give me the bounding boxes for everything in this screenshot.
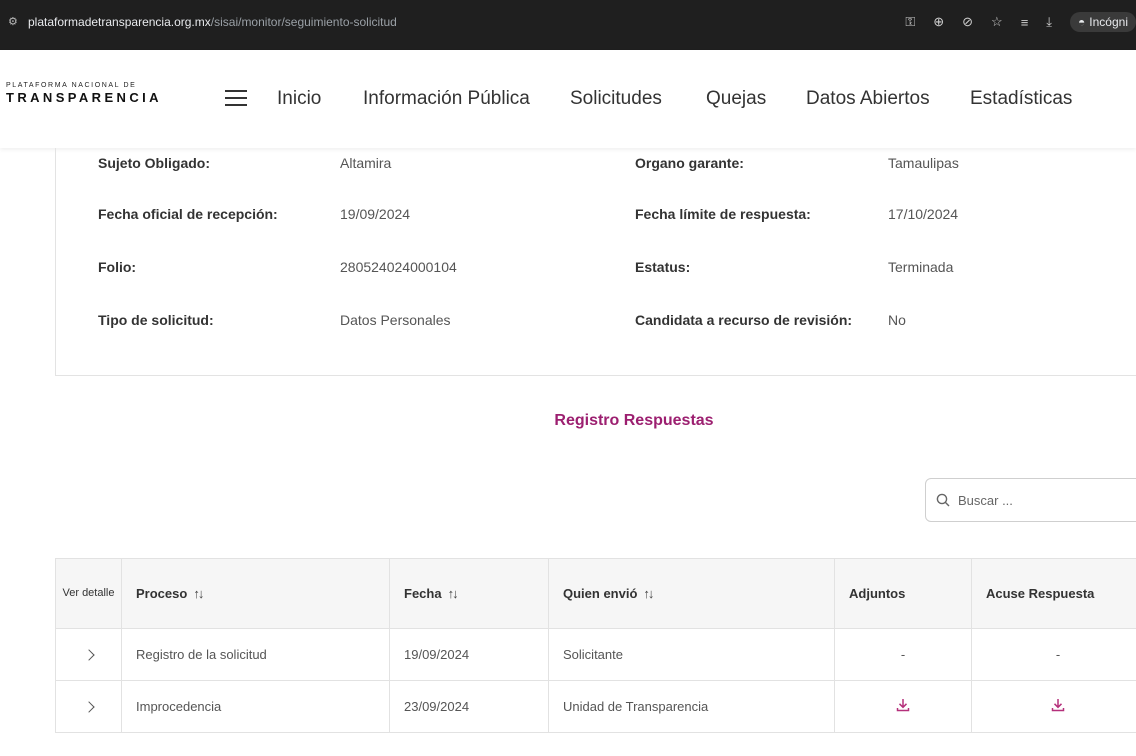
download-acuse-icon[interactable] [1050, 697, 1066, 713]
cell-adjuntos [834, 680, 972, 733]
nav-solicitudes[interactable]: Solicitudes [570, 88, 662, 110]
col-proceso[interactable]: Proceso ↑↓ [121, 558, 390, 629]
site-logo[interactable]: PLATAFORMA NACIONAL DE TRANSPARENCIA [6, 82, 162, 105]
col-adjuntos: Adjuntos [834, 558, 972, 629]
cell-fecha: 23/09/2024 [389, 680, 549, 733]
fecha-limite-value: 17/10/2024 [888, 206, 959, 222]
cell-adjuntos: - [834, 628, 972, 681]
zoom-icon[interactable]: ⊕ [933, 14, 944, 30]
bookmark-star-icon[interactable]: ☆ [991, 14, 1003, 30]
nav-quejas[interactable]: Quejas [706, 88, 766, 110]
logo-top-text: PLATAFORMA NACIONAL DE [6, 82, 137, 89]
expand-row-button[interactable] [55, 680, 122, 733]
table-row: Registro de la solicitud 19/09/2024 Soli… [55, 628, 1136, 681]
tipo-value: Datos Personales [340, 312, 451, 328]
tipo-label: Tipo de solicitud: [98, 312, 214, 328]
sort-icon[interactable]: ↑↓ [193, 586, 204, 601]
table-row: Improcedencia 23/09/2024 Unidad de Trans… [55, 680, 1136, 733]
sort-icon[interactable]: ↑↓ [643, 586, 654, 601]
browser-actions: ⚿ ⊕ ⊘ ☆ ≡ ⤓ ◓ Incógni [905, 8, 1136, 36]
cell-fecha: 19/09/2024 [389, 628, 549, 681]
col-fecha[interactable]: Fecha ↑↓ [389, 558, 549, 629]
sujeto-label: Sujeto Obligado: [98, 155, 210, 171]
cell-quien: Solicitante [548, 628, 835, 681]
nav-estadisticas[interactable]: Estadísticas [970, 88, 1072, 110]
sujeto-value: Altamira [340, 155, 392, 171]
search-input[interactable] [958, 492, 1118, 508]
col-acuse: Acuse Respuesta [971, 558, 1136, 629]
folio-value: 280524024000104 [340, 259, 457, 275]
organo-value: Tamaulipas [888, 155, 959, 171]
solicitud-info-panel: Sujeto Obligado: Altamira Organo garante… [55, 148, 1136, 376]
incognito-label: Incógni [1089, 15, 1128, 29]
url-text[interactable]: plataformadetransparencia.org.mx/sisai/m… [28, 15, 397, 29]
fecha-limite-label: Fecha límite de respuesta: [635, 206, 811, 222]
download-icon[interactable]: ⤓ [1046, 14, 1052, 30]
browser-toolbar: ⚙ plataformadetransparencia.org.mx/sisai… [0, 0, 1136, 50]
menu-hamburger-icon[interactable] [225, 90, 247, 106]
folio-label: Folio: [98, 259, 137, 275]
fecha-recepcion-label: Fecha oficial de recepción: [98, 206, 278, 222]
estatus-value: Terminada [888, 259, 954, 275]
cell-proceso: Improcedencia [121, 680, 390, 733]
chevron-right-icon [82, 701, 95, 713]
nav-datos-abiertos[interactable]: Datos Abiertos [806, 88, 930, 110]
cell-acuse: - [971, 628, 1136, 681]
site-settings-icon[interactable]: ⚙ [8, 15, 22, 29]
col-quien[interactable]: Quien envió ↑↓ [548, 558, 835, 629]
organo-label: Organo garante: [635, 155, 744, 171]
col-quien-label: Quien envió [563, 586, 638, 601]
chevron-right-icon [82, 649, 95, 661]
col-proceso-label: Proceso [136, 586, 188, 601]
table-header-row: Ver detalle Proceso ↑↓ Fecha ↑↓ Quien envi… [55, 558, 1136, 629]
nav-informacion-publica[interactable]: Información Pública [363, 88, 530, 110]
url-path: /sisai/monitor/seguimiento-solicitud [210, 15, 397, 29]
logo-main-text: TRANSPARENCIA [6, 90, 162, 105]
col-fecha-label: Fecha [404, 586, 442, 601]
address-bar[interactable]: ⚙ plataformadetransparencia.org.mx/sisai… [0, 8, 1136, 36]
incognito-badge[interactable]: ◓ Incógni [1070, 12, 1136, 32]
registro-respuestas-title: Registro Respuestas [554, 412, 714, 429]
download-attachment-icon[interactable] [895, 697, 911, 713]
password-key-icon[interactable]: ⚿ [905, 14, 915, 30]
sort-icon[interactable]: ↑↓ [448, 586, 459, 601]
search-icon [936, 493, 950, 507]
url-domain: plataformadetransparencia.org.mx [28, 15, 211, 29]
nav-inicio[interactable]: Inicio [277, 88, 321, 110]
estatus-label: Estatus: [635, 259, 691, 275]
col-ver-detalle: Ver detalle [55, 558, 122, 629]
eye-off-icon[interactable]: ⊘ [962, 14, 973, 30]
cell-proceso: Registro de la solicitud [121, 628, 390, 681]
site-header: PLATAFORMA NACIONAL DE TRANSPARENCIA Ini… [0, 50, 1136, 148]
incognito-icon: ◓ [1078, 15, 1086, 29]
search-box[interactable] [925, 478, 1136, 522]
cell-acuse [971, 680, 1136, 733]
candidata-value: No [888, 312, 906, 328]
reading-list-icon[interactable]: ≡ [1021, 15, 1029, 30]
expand-row-button[interactable] [55, 628, 122, 681]
fecha-recepcion-value: 19/09/2024 [340, 206, 411, 222]
candidata-label: Candidata a recurso de revisión: [635, 312, 853, 328]
cell-quien: Unidad de Transparencia [548, 680, 835, 733]
respuestas-table: Ver detalle Proceso ↑↓ Fecha ↑↓ Quien envi… [55, 558, 1136, 733]
